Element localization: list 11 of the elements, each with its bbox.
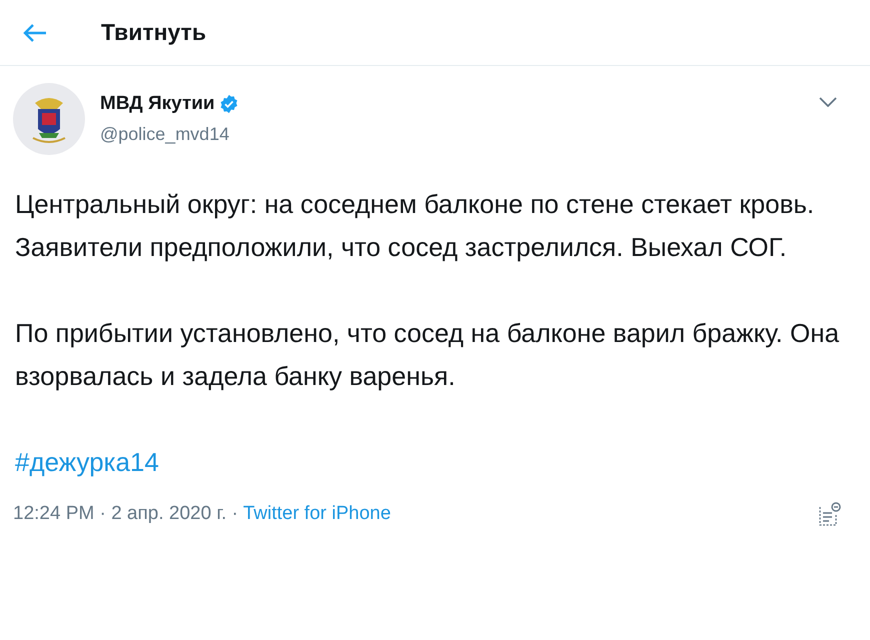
tweet-paragraph: Центральный округ: на соседнем балконе по стене стекает кровь. Заявители предположили, что сосед застрелился. Выехал СОГ. xyxy=(15,188,816,264)
page-title: Твитнуть xyxy=(101,18,206,48)
tweet-timestamp: 12:24 PM · 2 апр. 2020 г. · xyxy=(13,502,238,526)
avatar-emblem-icon xyxy=(13,83,85,155)
source-link[interactable]: Twitter for iPhone xyxy=(243,500,391,528)
author-name[interactable]: МВД Якутии xyxy=(100,90,215,118)
author-handle[interactable]: @police_mvd14 xyxy=(100,120,819,148)
hashtag-link[interactable]: #дежурка14 xyxy=(15,447,159,477)
back-arrow-icon[interactable] xyxy=(22,22,48,44)
chevron-down-icon[interactable] xyxy=(819,97,837,107)
tweet-paragraph: По прибытии установлено, что сосед на балконе варил бражку. Она взорвалась и задела банку варенья. xyxy=(15,317,840,393)
